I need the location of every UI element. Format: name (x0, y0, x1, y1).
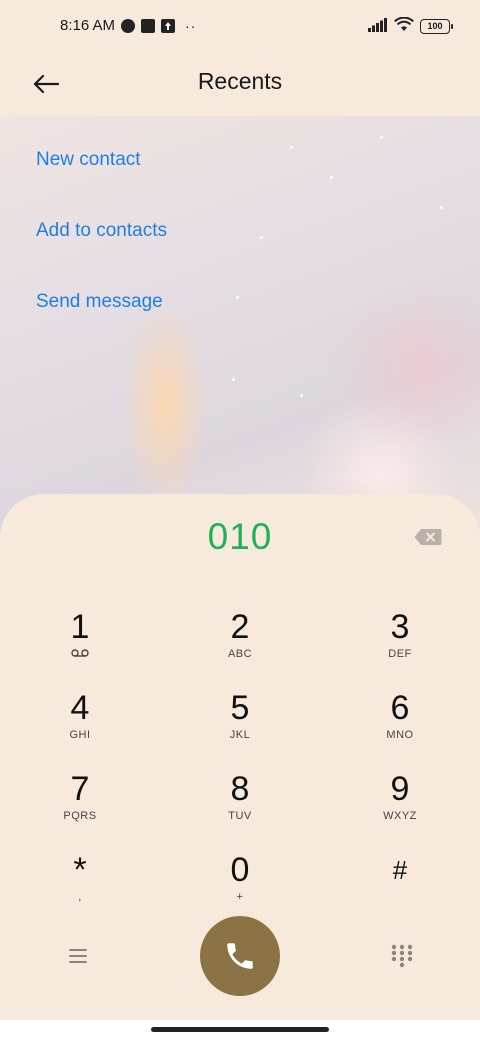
key-digit: 3 (390, 608, 410, 646)
status-right: 100 (368, 16, 453, 36)
status-left: 8:16 AM ·· (60, 17, 196, 34)
app-notification-icon (121, 18, 136, 33)
key-9[interactable]: 9 WXYZ (350, 770, 450, 840)
voicemail-icon (30, 648, 130, 662)
dialpad-grid-icon (391, 944, 413, 968)
backspace-icon (414, 529, 442, 545)
hamburger-menu-icon (69, 949, 87, 963)
key-8[interactable]: 8 TUV (190, 770, 290, 840)
upload-icon (161, 18, 176, 33)
send-message-link[interactable]: Send message (36, 291, 163, 313)
sparkle (380, 136, 383, 139)
key-5[interactable]: 5 JKL (190, 689, 290, 759)
key-2[interactable]: 2 ABC (190, 608, 290, 678)
add-to-contacts-link[interactable]: Add to contacts (36, 220, 167, 242)
more-notifications-indicator: ·· (185, 17, 197, 34)
key-4[interactable]: 4 GHI (30, 689, 130, 759)
key-digit: 9 (390, 770, 410, 808)
key-0[interactable]: 0 + (190, 851, 290, 921)
key-6[interactable]: 6 MNO (350, 689, 450, 759)
page-title: Recents (197, 68, 283, 94)
signal-icon (368, 17, 388, 36)
key-digit: 8 (230, 770, 250, 808)
phone-icon (227, 943, 253, 969)
key-letters: JKL (229, 729, 251, 741)
wallpaper-background: New contact Add to contacts Send message (0, 116, 480, 536)
key-3[interactable]: 3 DEF (350, 608, 450, 678)
key-digit: 7 (70, 770, 90, 808)
key-letters: GHI (69, 729, 91, 741)
app-header: Recents (0, 56, 480, 116)
sparkle (300, 394, 303, 397)
key-hash[interactable]: # (350, 851, 450, 921)
navigation-bar (0, 1020, 480, 1040)
backspace-button[interactable] (414, 528, 442, 546)
home-indicator[interactable] (151, 1027, 329, 1032)
key-letters: DEF (388, 648, 412, 660)
sparkle (440, 206, 443, 209)
key-digit: 2 (230, 608, 250, 646)
key-digit: 5 (230, 689, 250, 727)
sparkle (290, 146, 293, 149)
key-letters: ABC (227, 648, 253, 660)
key-digit: 1 (70, 608, 90, 646)
key-star[interactable]: * , (30, 851, 130, 921)
sparkle (330, 176, 333, 179)
dialpad-bottom-row (0, 916, 480, 996)
square-notification-icon (141, 18, 156, 33)
dialer-screen: 8:16 AM ·· 100 Recents New contact Add t… (0, 0, 480, 1040)
key-digit: 6 (390, 689, 410, 727)
key-digit: # (392, 855, 408, 885)
key-letters: + (236, 891, 244, 903)
key-letters: MNO (386, 729, 414, 741)
keypad-toggle-button[interactable] (391, 944, 413, 968)
call-button[interactable] (200, 916, 280, 996)
sparkle (232, 378, 235, 381)
key-digit: * (73, 851, 87, 889)
status-time: 8:16 AM (60, 17, 116, 34)
key-7[interactable]: 7 PQRS (30, 770, 130, 840)
sparkle (260, 236, 263, 239)
battery-icon: 100 (420, 19, 453, 34)
key-letters: PQRS (63, 810, 97, 822)
key-1[interactable]: 1 (30, 608, 130, 678)
new-contact-link[interactable]: New contact (36, 149, 141, 171)
sparkle (236, 296, 239, 299)
dialpad-panel: 010 1 2 ABC 3 DEF 4 GHI 5 JKL 6 MNO 7 PQ… (0, 494, 480, 1020)
dialed-number: 010 (207, 516, 273, 557)
status-bar: 8:16 AM ·· 100 (0, 0, 480, 56)
key-digit: 4 (70, 689, 90, 727)
menu-button[interactable] (66, 944, 90, 968)
wifi-icon (394, 16, 414, 36)
key-letters: , (78, 891, 82, 903)
key-digit: 0 (230, 851, 250, 889)
key-letters: TUV (228, 810, 252, 822)
key-letters: WXYZ (383, 810, 417, 822)
key-letters (350, 891, 450, 905)
